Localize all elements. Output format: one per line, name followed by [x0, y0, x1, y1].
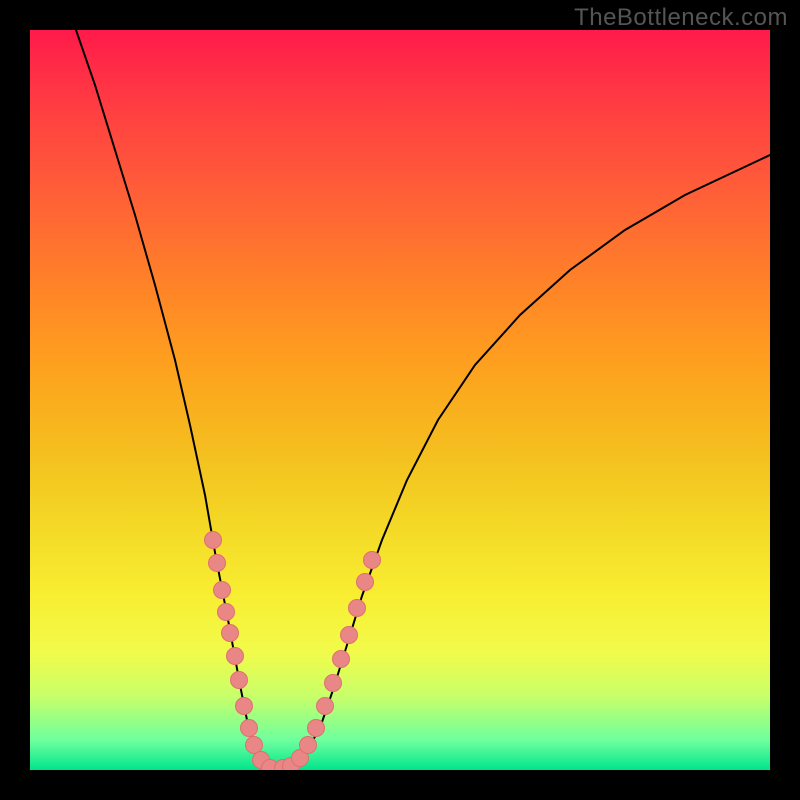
data-marker [357, 574, 374, 591]
data-marker [364, 552, 381, 569]
data-marker [308, 720, 325, 737]
data-marker [241, 720, 258, 737]
data-marker [205, 532, 222, 549]
data-marker [222, 625, 239, 642]
figure-frame: TheBottleneck.com [0, 0, 800, 800]
plot-area [30, 30, 770, 770]
chart-svg [30, 30, 770, 770]
data-marker [300, 737, 317, 754]
data-marker [236, 698, 253, 715]
data-marker [218, 604, 235, 621]
marker-group-left [205, 532, 279, 771]
data-marker [246, 737, 263, 754]
data-marker [231, 672, 248, 689]
data-marker [341, 627, 358, 644]
watermark-text: TheBottleneck.com [574, 4, 788, 32]
data-marker [325, 675, 342, 692]
data-marker [333, 651, 350, 668]
data-marker [214, 582, 231, 599]
bottleneck-curve-right [272, 155, 770, 768]
data-marker [227, 648, 244, 665]
marker-group-right [275, 552, 381, 771]
data-marker [349, 600, 366, 617]
data-marker [209, 555, 226, 572]
data-marker [317, 698, 334, 715]
